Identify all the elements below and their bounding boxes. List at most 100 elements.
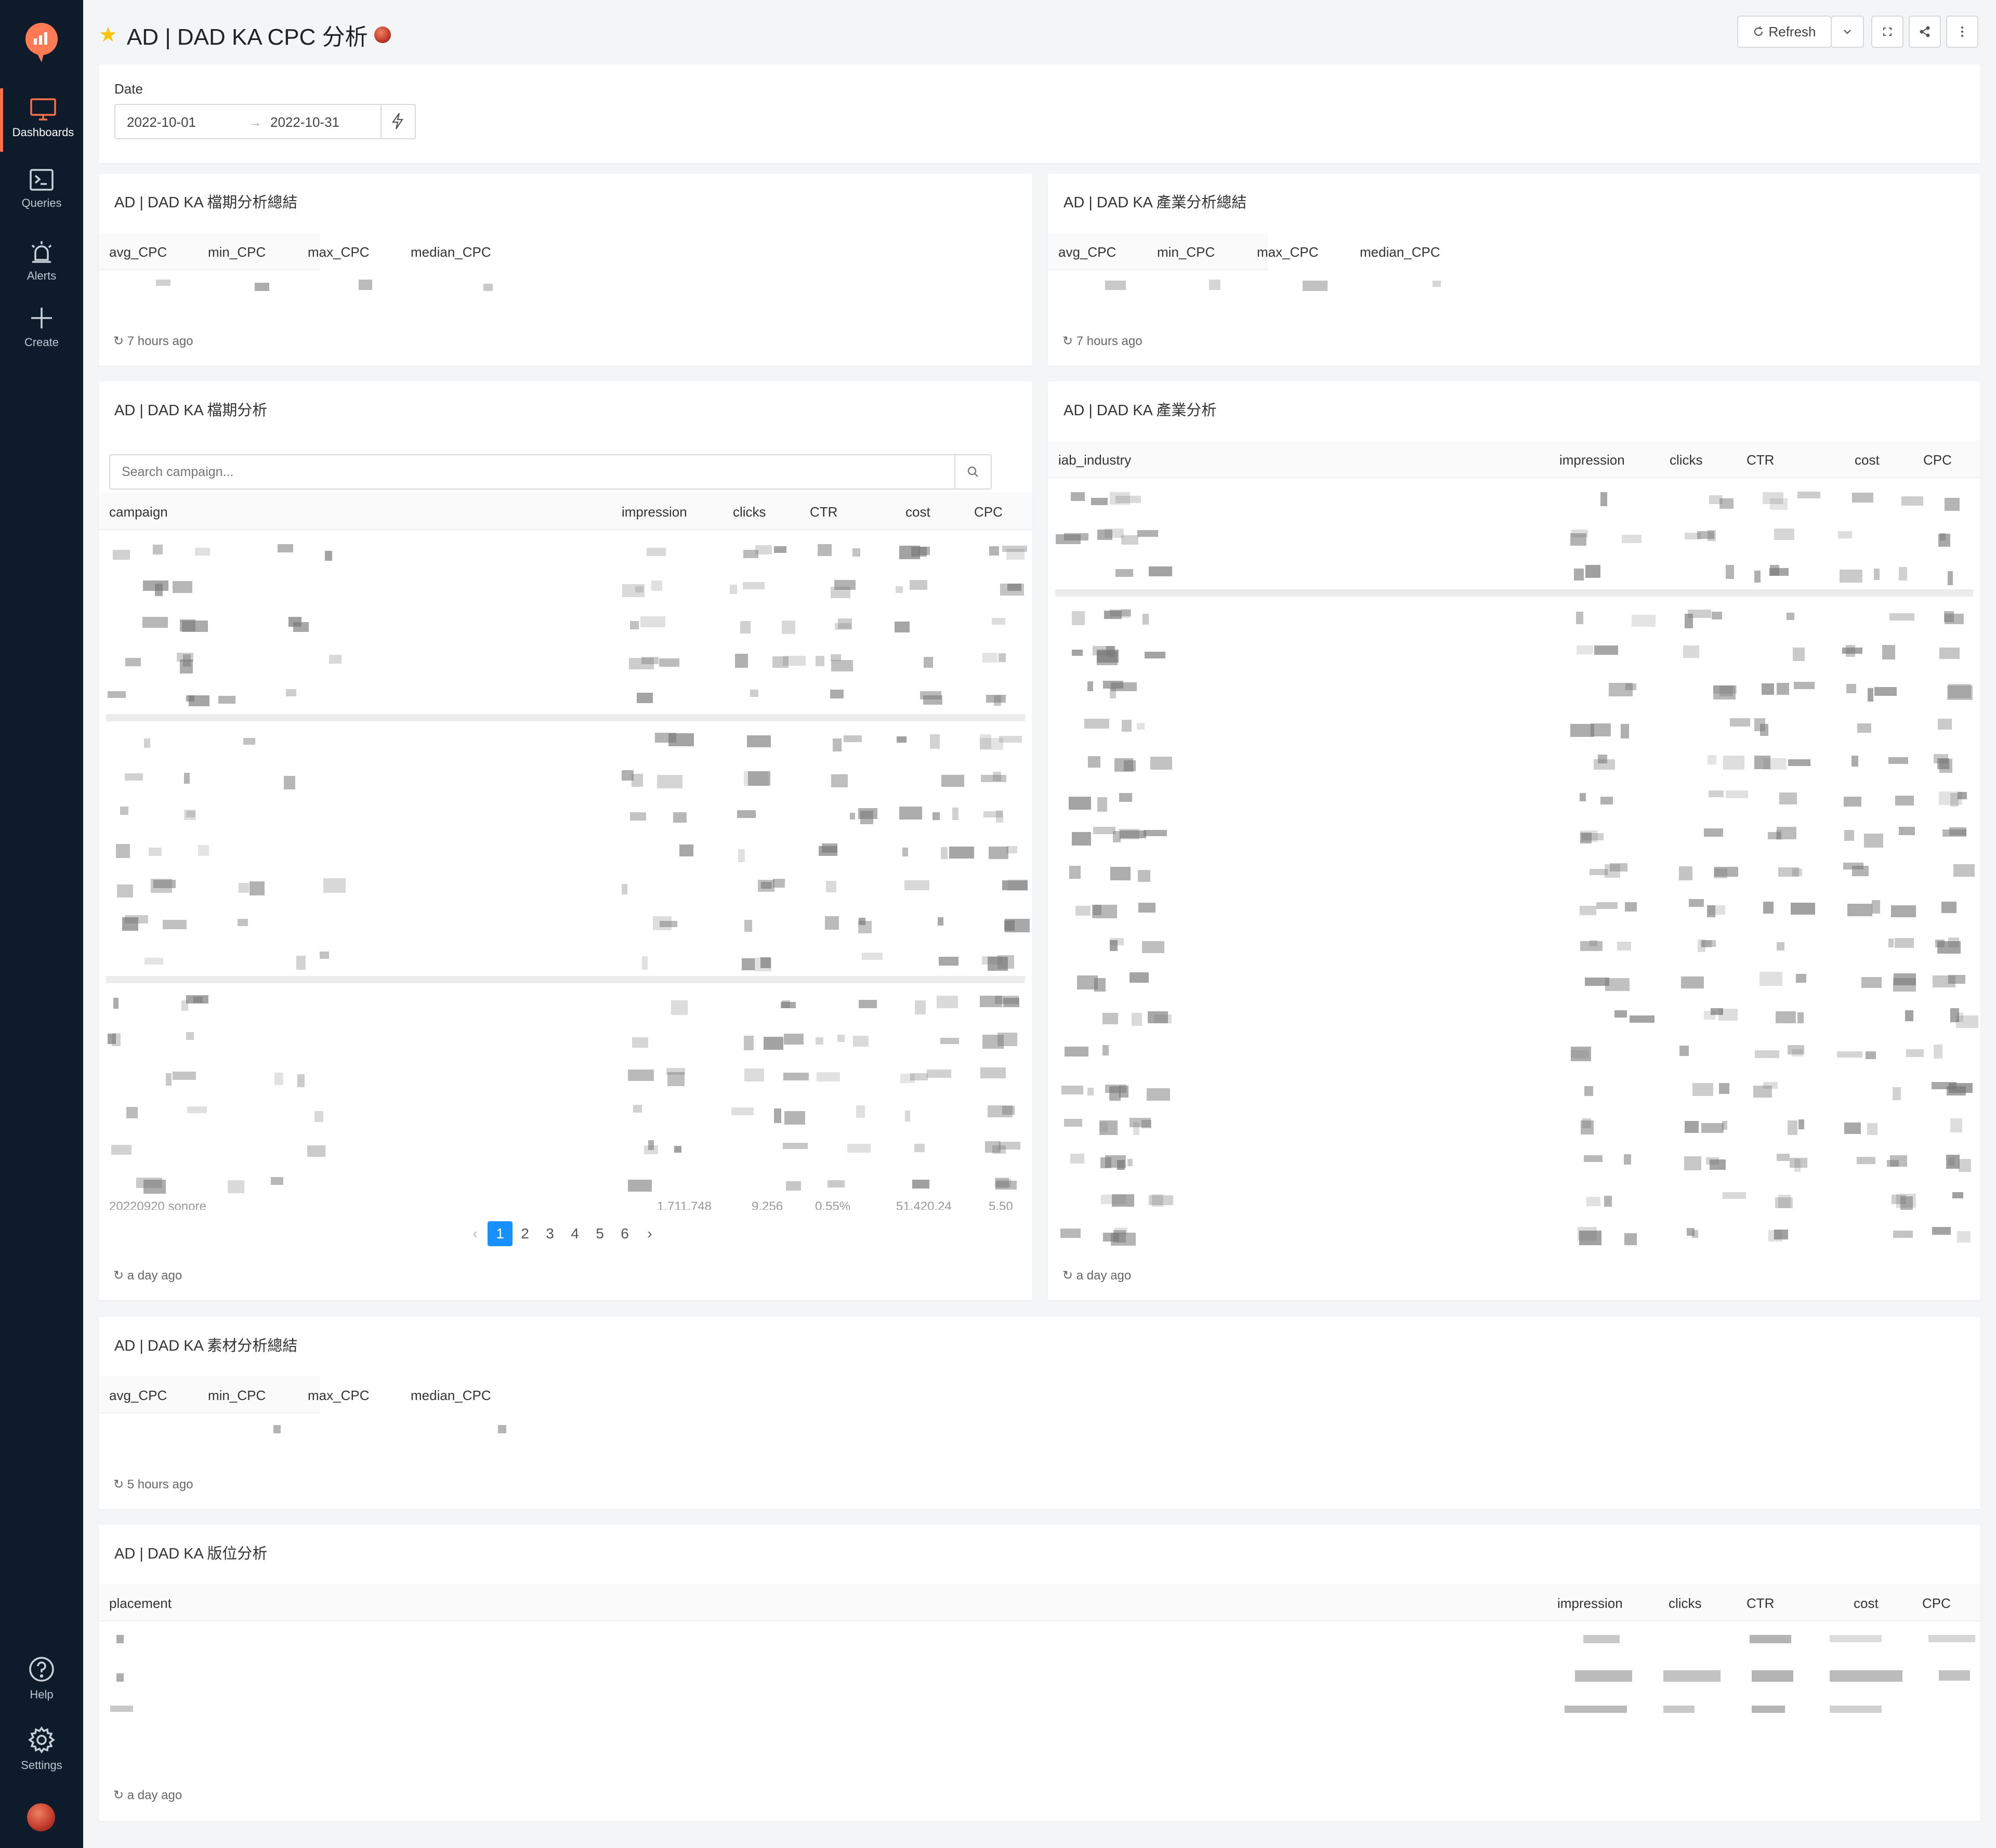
column-header[interactable]: avg_CPC: [109, 1388, 167, 1404]
redacted-cell: [641, 956, 648, 970]
redacted-cell: [1846, 683, 1856, 694]
redash-logo[interactable]: [23, 22, 60, 63]
page-4[interactable]: 4: [562, 1221, 587, 1246]
column-header[interactable]: cost: [905, 504, 930, 520]
column-header[interactable]: median_CPC: [411, 244, 491, 260]
nav-help[interactable]: Help: [0, 1646, 83, 1710]
redacted-cell: [143, 738, 151, 748]
redacted-cell: [1949, 827, 1967, 836]
column-header[interactable]: CPC: [1923, 452, 1952, 468]
more-options-button[interactable]: [1946, 16, 1978, 48]
column-header[interactable]: cost: [1854, 1595, 1879, 1612]
date-start[interactable]: 2022-10-01: [127, 114, 196, 130]
redacted-cell: [198, 844, 209, 856]
column-header[interactable]: CTR: [1746, 1595, 1774, 1612]
nav-alerts[interactable]: Alerts: [0, 230, 83, 293]
refresh-schedule-dropdown[interactable]: [1831, 16, 1864, 48]
refresh-button[interactable]: Refresh: [1737, 16, 1832, 48]
redacted-cell: [830, 587, 851, 599]
dynamic-date-icon[interactable]: [391, 112, 404, 134]
page-2[interactable]: 2: [513, 1221, 537, 1246]
table-row: [106, 1020, 1025, 1056]
redacted-cell: [1754, 571, 1761, 583]
next-page-icon[interactable]: ›: [637, 1221, 662, 1246]
column-header[interactable]: median_CPC: [411, 1388, 491, 1404]
column-header[interactable]: impression: [622, 504, 687, 520]
table-body: [106, 532, 1030, 1202]
column-header[interactable]: max_CPC: [308, 244, 369, 260]
redacted-cell: [651, 580, 663, 591]
partial-row: 20220920 sonore 1,711,748 9,256 0.55% 51…: [109, 1199, 1024, 1210]
column-header[interactable]: clicks: [733, 504, 766, 520]
redacted-cell: [1076, 975, 1098, 989]
campaign-search[interactable]: [109, 454, 992, 490]
refresh-icon: [1754, 27, 1763, 36]
redacted-cell: [980, 734, 991, 749]
column-header[interactable]: impression: [1559, 452, 1625, 468]
prev-page-icon[interactable]: ‹: [463, 1221, 488, 1246]
column-header[interactable]: min_CPC: [1157, 244, 1215, 260]
favorite-star-icon[interactable]: ★: [99, 23, 117, 47]
column-header[interactable]: campaign: [109, 504, 168, 520]
nav-queries[interactable]: Queries: [0, 159, 83, 222]
page-1[interactable]: 1: [488, 1221, 513, 1246]
nav-settings[interactable]: Settings: [0, 1717, 83, 1780]
redacted-cell: [838, 618, 852, 629]
user-avatar[interactable]: [27, 1803, 55, 1831]
redacted-cell: [932, 812, 940, 821]
redacted-cell: [1129, 1117, 1151, 1127]
redacted-cell: [659, 658, 679, 667]
page-5[interactable]: 5: [587, 1221, 612, 1246]
redacted-cell: [1112, 1194, 1134, 1207]
redacted-cell: [1688, 610, 1711, 618]
page-3[interactable]: 3: [537, 1221, 562, 1246]
redacted-cell: [816, 1037, 824, 1045]
redacted-cell: [1586, 1197, 1600, 1207]
date-end[interactable]: 2022-10-31: [270, 114, 339, 130]
column-header[interactable]: min_CPC: [208, 244, 266, 260]
nav-dashboards[interactable]: Dashboards: [0, 88, 83, 152]
fullscreen-button[interactable]: [1871, 16, 1903, 48]
column-header[interactable]: median_CPC: [1360, 244, 1440, 260]
redacted-cell: [1064, 1119, 1082, 1127]
page-6[interactable]: 6: [612, 1221, 637, 1246]
table-row: [106, 721, 1025, 758]
redacted-cell: [243, 738, 255, 745]
redacted-cell: [734, 653, 748, 668]
column-header[interactable]: CTR: [1746, 452, 1774, 468]
column-header[interactable]: min_CPC: [208, 1388, 266, 1404]
column-header[interactable]: CTR: [810, 504, 837, 520]
column-header[interactable]: impression: [1557, 1595, 1623, 1612]
redacted-cell: [1711, 611, 1723, 619]
column-header[interactable]: CPC: [974, 504, 1003, 520]
redacted-cell: [730, 584, 737, 595]
column-header[interactable]: max_CPC: [308, 1388, 369, 1404]
redacted-cell: [1957, 1231, 1971, 1243]
redacted-cell: [1776, 1154, 1790, 1161]
search-input[interactable]: [110, 455, 942, 489]
column-header[interactable]: max_CPC: [1257, 244, 1318, 260]
redacted-cell: [1867, 688, 1874, 702]
redacted-cell: [747, 771, 770, 786]
column-header[interactable]: clicks: [1669, 1595, 1702, 1612]
column-header[interactable]: avg_CPC: [109, 244, 167, 260]
redacted-cell: [122, 917, 138, 931]
redacted-cell: [999, 1142, 1021, 1150]
nav-create[interactable]: Create: [0, 296, 83, 360]
redacted-cell: [154, 583, 163, 597]
table-cell: 9,256: [752, 1199, 783, 1210]
widget-title: AD | DAD KA 產業分析總結: [1063, 194, 1247, 211]
column-header[interactable]: iab_industry: [1058, 452, 1131, 468]
column-header[interactable]: CPC: [1922, 1595, 1951, 1612]
search-button[interactable]: [954, 455, 991, 489]
share-button[interactable]: [1909, 16, 1941, 48]
redacted-cell: [847, 1144, 871, 1153]
column-header[interactable]: cost: [1855, 452, 1880, 468]
redacted-cell: [1760, 723, 1768, 736]
column-header[interactable]: avg_CPC: [1058, 244, 1116, 260]
redacted-cell: [1763, 902, 1774, 914]
date-range-picker[interactable]: 2022-10-01 → 2022-10-31: [114, 104, 416, 139]
column-header[interactable]: clicks: [1670, 452, 1703, 468]
redacted-cell: [919, 547, 930, 555]
column-header[interactable]: placement: [109, 1595, 172, 1612]
